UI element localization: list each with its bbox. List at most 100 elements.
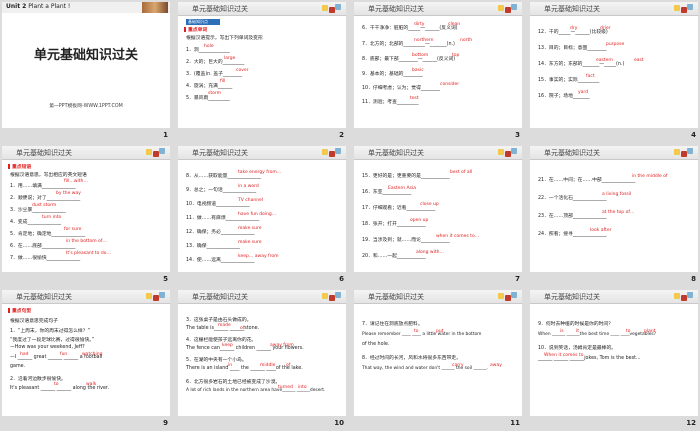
answer-text: close up bbox=[420, 202, 439, 207]
slide-number: 8 bbox=[691, 275, 696, 283]
slide-thumbnail-6[interactable]: 单元基础知识过关 8．从……获取能量______________ take en… bbox=[176, 144, 348, 284]
answer-text: storm bbox=[208, 91, 222, 96]
exercise-line: of the hole. bbox=[362, 342, 390, 347]
section-marker-icon bbox=[184, 27, 186, 32]
answer-text: It's pleasant to do… bbox=[66, 251, 111, 256]
exercise-line: 6．干干净净：脏脏的_____—______(反义词) bbox=[362, 26, 458, 31]
slide-canvas: 单元基础知识过关 12．干的_____—______(比较级) dry drie… bbox=[530, 2, 698, 128]
slide-header: 单元基础知识过关 bbox=[530, 146, 698, 160]
slide-canvas: 单元基础知识过关 基础知识点 重点单词 根据汉语提示，写出下列单词及变形 1．洞… bbox=[178, 2, 346, 128]
answer-text: fun bbox=[60, 352, 68, 357]
slide-canvas: 单元基础知识过关 7．请记住在洞底放点肥料。 Please remember _… bbox=[354, 290, 522, 416]
answer-text: best of all bbox=[450, 170, 473, 175]
slide-header: 单元基础知识过关 bbox=[354, 146, 522, 160]
slide-thumbnail-1[interactable]: Unit 2 Plant a Plant ! 单元基础知识过关 第一PPT模板网… bbox=[0, 0, 172, 140]
slide-thumbnail-2[interactable]: 单元基础知识过关 基础知识点 重点单词 根据汉语提示，写出下列单词及变形 1．洞… bbox=[176, 0, 348, 140]
answer-text: of bbox=[240, 326, 245, 331]
answer-text: in the bottom of… bbox=[66, 239, 107, 244]
answer-text: when it comes to… bbox=[436, 234, 480, 239]
exercise-line: 23．在……顶部______________ bbox=[538, 214, 607, 219]
answer-text: made bbox=[218, 323, 231, 328]
header-decoration-icon bbox=[322, 3, 342, 15]
header-decoration-icon bbox=[674, 291, 694, 303]
header-decoration-icon bbox=[498, 3, 518, 15]
answer-text: keep bbox=[222, 343, 233, 348]
slide-thumbnail-10[interactable]: 单元基础知识过关 3．这张桌子是由石头做成的。 The table is____… bbox=[176, 288, 348, 428]
exercise-line: 10．说到笑话，汤姆肯定是最棒的。 bbox=[538, 346, 617, 351]
header-title: 单元基础知识过关 bbox=[544, 149, 600, 157]
exercise-line: 2．沿着河边散步很愉快。 bbox=[10, 377, 66, 382]
header-decoration-icon bbox=[674, 3, 694, 15]
answer-text: Eastern Asia bbox=[388, 186, 416, 191]
unit-label: Unit 2 Plant a Plant ! bbox=[6, 3, 70, 10]
exercise-line: 5．在湖的中央有一个小岛。 bbox=[186, 358, 247, 363]
slide-number: 9 bbox=[163, 419, 168, 427]
slide-thumbnail-8[interactable]: 单元基础知识过关 21．在……中间；在……中部______________ in… bbox=[528, 144, 700, 284]
exercise-line: 3．(覆盖)n. 盖子________ bbox=[186, 72, 243, 77]
answer-text: hole bbox=[204, 44, 214, 49]
header-title: 单元基础知识过关 bbox=[368, 293, 424, 301]
slide-canvas: 单元基础知识过关 重点句型 根据汉语意思完成句子 1．“上周末，你的周末过得怎么… bbox=[2, 290, 170, 416]
answer-text: for sure bbox=[64, 227, 82, 232]
section-marker-icon bbox=[8, 164, 10, 169]
slide-thumbnail-5[interactable]: 单元基础知识过关 重点短语 根据汉语意思，写出相应的英文短语 1．用……填满__… bbox=[0, 144, 172, 284]
header-decoration-icon bbox=[674, 147, 694, 159]
answer-text: keep… away from bbox=[238, 254, 279, 259]
slide-thumbnail-11[interactable]: 单元基础知识过关 7．请记住在洞底放点肥料。 Please remember _… bbox=[352, 288, 524, 428]
answer-text: is bbox=[560, 329, 564, 334]
exercise-line: 8．底部；最下部________—______(反义词) bbox=[362, 57, 456, 62]
answer-text: fill…with… bbox=[64, 179, 88, 184]
slide-header: 单元基础知识过关 bbox=[2, 290, 170, 304]
exercise-line: 13．目的；目标；意图________ bbox=[538, 46, 607, 51]
answer-text: dry bbox=[570, 26, 578, 31]
exercise-line: 21．在……中间；在……中部______________ bbox=[538, 178, 636, 183]
header-title: 单元基础知识过关 bbox=[16, 293, 72, 301]
answer-text: TV channel bbox=[238, 198, 264, 203]
answer-text: clean bbox=[448, 22, 461, 27]
header-decoration-icon bbox=[146, 291, 166, 303]
answer-text: turned bbox=[278, 385, 293, 390]
section-tag: 基础知识点 bbox=[186, 19, 220, 25]
slide-header: 单元基础知识过关 bbox=[178, 2, 346, 16]
answer-text: at the top of… bbox=[602, 210, 635, 215]
answer-text: middle bbox=[260, 363, 276, 368]
slide-thumbnail-7[interactable]: 单元基础知识过关 15．更好的是；更重要的是____________ best … bbox=[352, 144, 524, 284]
answer-text: of bbox=[286, 363, 291, 368]
slide-thumbnail-9[interactable]: 单元基础知识过关 重点句型 根据汉语意思完成句子 1．“上周末，你的周末过得怎么… bbox=[0, 288, 172, 428]
answer-text: look after bbox=[590, 228, 612, 233]
exercise-line: —How was your weekend, Jeff? bbox=[10, 345, 85, 350]
answer-text: dirty bbox=[414, 22, 425, 27]
exercise-line: 6．北方很多岩石的土地已经被变成了沙漠。 bbox=[186, 380, 281, 385]
slide-canvas: 单元基础知识过关 15．更好的是；更重要的是____________ best … bbox=[354, 146, 522, 272]
answer-text: bottom bbox=[412, 53, 429, 58]
answer-text: test bbox=[410, 96, 419, 101]
slide-thumbnail-3[interactable]: 单元基础知识过关 6．干干净净：脏脏的_____—______(反义词) dir… bbox=[352, 0, 524, 140]
slide-header: 单元基础知识过关 bbox=[178, 290, 346, 304]
exercise-line: 13．确保______________ bbox=[186, 244, 241, 249]
exercise-line: 9．何时去种植的时候是你的时间？ bbox=[538, 322, 614, 327]
header-decoration-icon bbox=[322, 291, 342, 303]
exercise-line: 7．北方的；北部的_________—_______(n.) bbox=[362, 42, 455, 47]
section-marker-icon bbox=[8, 308, 10, 313]
slide-thumbnail-12[interactable]: 单元基础知识过关 9．何时去种植的时候是你的时间？ When ______ __… bbox=[528, 288, 700, 428]
section-title: 重点短语 bbox=[12, 165, 32, 170]
header-title: 单元基础知识过关 bbox=[368, 5, 424, 13]
answer-text: large bbox=[224, 56, 236, 61]
slide-number: 10 bbox=[334, 419, 344, 427]
answer-text: away from bbox=[270, 343, 294, 348]
answer-text: open up bbox=[410, 218, 429, 223]
slide-canvas: 单元基础知识过关 3．这张桌子是由石头做成的。 The table is____… bbox=[178, 290, 346, 416]
slide-number: 2 bbox=[339, 131, 344, 139]
answer-text: northern bbox=[414, 38, 434, 43]
answer-text: plant bbox=[644, 329, 656, 334]
answer-text: to bbox=[414, 329, 419, 334]
answer-text: have fun doing… bbox=[238, 212, 277, 217]
answer-text: basic bbox=[412, 68, 424, 73]
answer-text: fact bbox=[586, 74, 595, 79]
slide-thumbnail-4[interactable]: 单元基础知识过关 12．干的_____—______(比较级) dry drie… bbox=[528, 0, 700, 140]
header-title: 单元基础知识过关 bbox=[192, 293, 248, 301]
header-decoration-icon bbox=[498, 291, 518, 303]
section-title: 重点句型 bbox=[12, 309, 32, 314]
answer-text: yard bbox=[578, 90, 589, 95]
exercise-line: 22．一个活化石______________ bbox=[538, 196, 607, 201]
